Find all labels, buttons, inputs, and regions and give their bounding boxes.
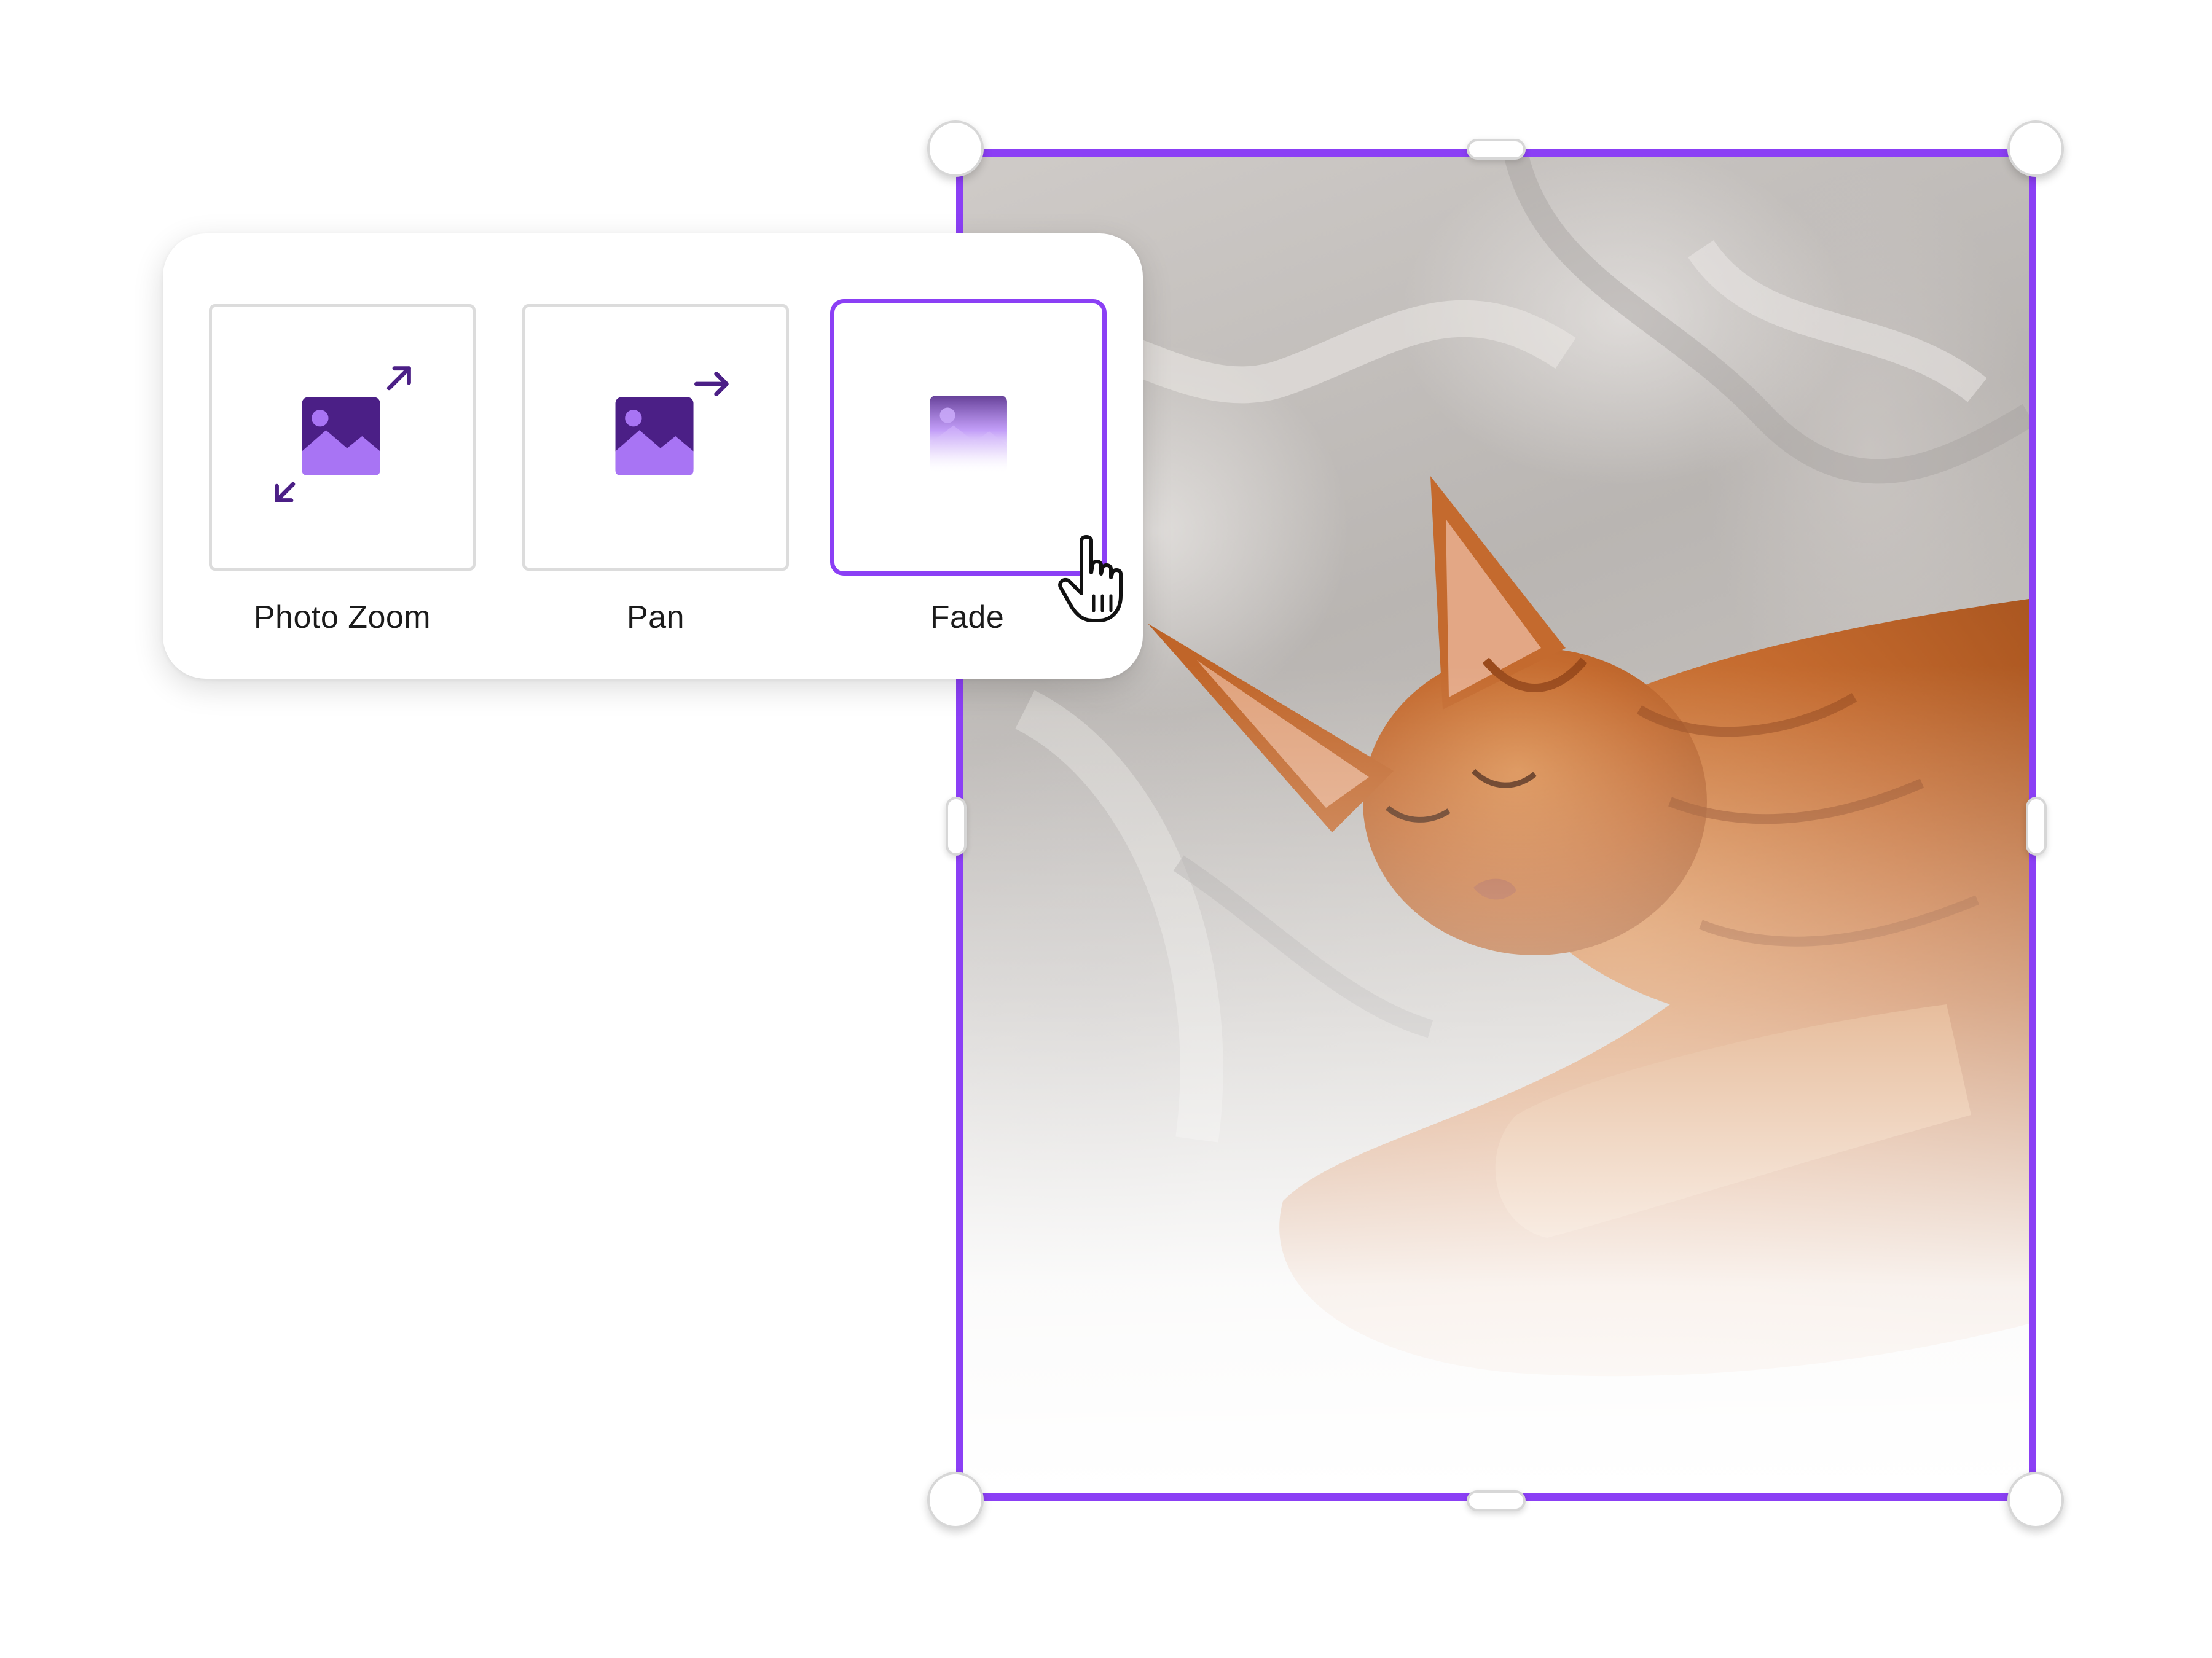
photo-zoom-icon: [275, 366, 411, 502]
resize-handle-bottom-left[interactable]: [927, 1472, 984, 1528]
pan-tile[interactable]: [522, 304, 789, 571]
hand-pointer-cursor-icon: [1058, 535, 1123, 622]
photo-pan-icon: [615, 372, 729, 475]
pan-label: Pan: [626, 600, 685, 635]
resize-handle-top-left[interactable]: [927, 120, 984, 177]
resize-handle-right[interactable]: [2026, 797, 2047, 856]
resize-handle-left[interactable]: [946, 797, 967, 856]
resize-handle-bottom[interactable]: [1467, 1490, 1526, 1511]
photo-zoom-label: Photo Zoom: [253, 600, 431, 635]
resize-handle-bottom-right[interactable]: [2007, 1472, 2064, 1528]
photo-zoom-tile[interactable]: [209, 304, 476, 571]
photo-fade-icon: [930, 396, 1007, 474]
animation-options-panel: Photo Zoom Pan Fade: [163, 233, 1143, 679]
fade-overlay: [963, 664, 2029, 1493]
resize-handle-top-right[interactable]: [2007, 120, 2064, 177]
resize-handle-top[interactable]: [1467, 139, 1526, 160]
